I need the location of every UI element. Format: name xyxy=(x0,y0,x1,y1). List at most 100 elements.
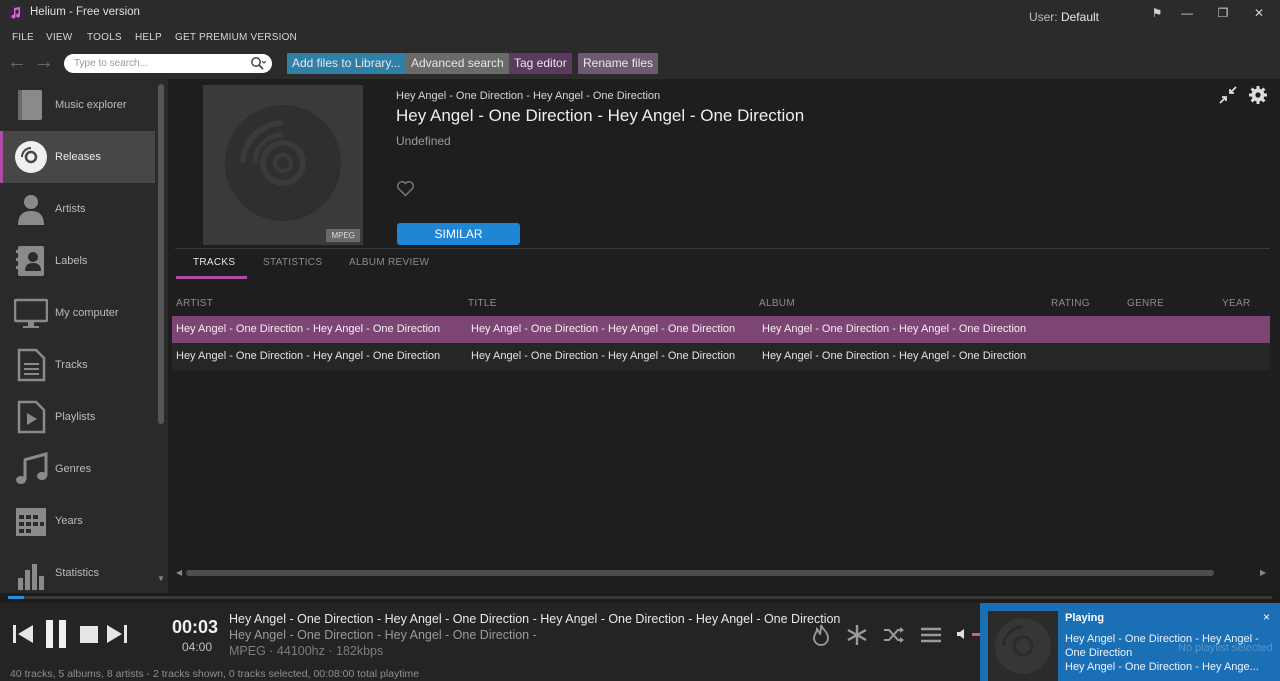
advanced-search-button[interactable]: Advanced search xyxy=(406,53,509,74)
sidebar-item-label: Years xyxy=(55,515,83,527)
column-header-year[interactable]: YEAR xyxy=(1222,298,1250,309)
table-row[interactable]: Hey Angel - One Direction - Hey Angel - … xyxy=(172,316,1270,343)
similar-button[interactable]: SIMILAR xyxy=(397,223,520,245)
menu-view[interactable]: VIEW xyxy=(46,32,72,43)
release-subtitle: Hey Angel - One Direction - Hey Angel - … xyxy=(396,90,661,102)
minimize-button[interactable]: — xyxy=(1172,2,1202,24)
cell-artist: Hey Angel - One Direction - Hey Angel - … xyxy=(176,323,441,335)
menu-get-premium[interactable]: GET PREMIUM VERSION xyxy=(175,32,297,43)
playlist-icon xyxy=(17,400,46,434)
notification-cover xyxy=(988,611,1058,681)
volume-icon[interactable] xyxy=(956,628,968,640)
user-name: Default xyxy=(1060,10,1099,24)
sidebar-item-genres[interactable]: Genres xyxy=(0,443,155,495)
queue-menu-icon[interactable] xyxy=(920,624,942,646)
user-label[interactable]: User: Default xyxy=(1029,10,1099,24)
active-tab-indicator xyxy=(176,276,247,279)
total-time: 04:00 xyxy=(182,640,213,654)
sidebar-item-label: Artists xyxy=(55,203,86,215)
cell-album: Hey Angel - One Direction - Hey Angel - … xyxy=(762,350,1027,362)
sidebar-item-years[interactable]: Years xyxy=(0,495,155,547)
now-playing-artist: Hey Angel - One Direction - Hey Angel - … xyxy=(229,628,537,642)
sidebar-item-tracks[interactable]: Tracks xyxy=(0,339,155,391)
column-header-artist[interactable]: ARTIST xyxy=(176,298,213,309)
column-header-rating[interactable]: RATING xyxy=(1051,298,1090,309)
close-button[interactable]: ✕ xyxy=(1244,2,1274,24)
status-text: 40 tracks, 5 albums, 8 artists - 2 track… xyxy=(10,668,420,680)
previous-track-icon[interactable] xyxy=(12,624,34,644)
sidebar-item-releases[interactable]: Releases xyxy=(0,131,155,183)
sidebar-item-label: Tracks xyxy=(55,359,88,371)
back-arrow-icon[interactable]: ← xyxy=(7,52,27,72)
shuffle-icon[interactable] xyxy=(883,624,905,646)
divider xyxy=(175,248,1270,249)
rename-files-button[interactable]: Rename files xyxy=(578,53,659,74)
maximize-button[interactable]: ❐ xyxy=(1208,2,1238,24)
bar-chart-icon xyxy=(18,564,44,590)
sidebar-item-label: My computer xyxy=(55,307,119,319)
tag-editor-button[interactable]: Tag editor xyxy=(509,53,572,74)
book-icon xyxy=(18,90,42,120)
asterisk-icon[interactable] xyxy=(846,624,868,646)
search-input[interactable] xyxy=(74,56,244,71)
album-cover: MPEG xyxy=(203,85,363,245)
now-playing-format: MPEG · 44100hz · 182kbps xyxy=(229,644,384,658)
sidebar-item-my-computer[interactable]: My computer xyxy=(0,287,155,339)
scroll-left-arrow-icon[interactable]: ◀ xyxy=(176,568,182,577)
menu-file[interactable]: FILE xyxy=(12,32,34,43)
column-header-genre[interactable]: GENRE xyxy=(1127,298,1164,309)
column-header-title[interactable]: TITLE xyxy=(468,298,497,309)
next-track-icon[interactable] xyxy=(106,624,128,644)
tab-statistics[interactable]: STATISTICS xyxy=(263,257,322,268)
close-icon[interactable]: × xyxy=(1263,610,1270,624)
scroll-down-arrow-icon[interactable]: ▼ xyxy=(157,574,165,583)
seek-bar-fill xyxy=(8,596,24,599)
person-icon xyxy=(18,195,44,225)
sidebar-item-music-explorer[interactable]: Music explorer xyxy=(0,79,155,131)
flag-button[interactable]: ⚑ xyxy=(1142,2,1172,24)
stop-icon[interactable] xyxy=(79,625,99,644)
sidebar-item-labels[interactable]: Labels xyxy=(0,235,155,287)
scroll-right-arrow-icon[interactable]: ▶ xyxy=(1260,568,1266,577)
seek-bar[interactable] xyxy=(8,596,1272,599)
elapsed-time: 00:03 xyxy=(172,617,219,637)
horizontal-scrollbar[interactable] xyxy=(186,570,1214,576)
sidebar-item-label: Music explorer xyxy=(55,99,127,111)
sidebar: Music explorer Releases Artists Labels M… xyxy=(0,79,168,593)
sidebar-item-statistics[interactable]: Statistics xyxy=(0,547,155,593)
release-genre: Undefined xyxy=(396,134,451,148)
sidebar-scrollbar[interactable] xyxy=(158,84,164,424)
sidebar-item-artists[interactable]: Artists xyxy=(0,183,155,235)
menu-help[interactable]: HELP xyxy=(135,32,162,43)
tab-tracks[interactable]: TRACKS xyxy=(193,257,235,268)
search-icon[interactable] xyxy=(250,56,266,71)
notification-title: Playing xyxy=(1065,612,1105,624)
document-icon xyxy=(17,348,46,382)
cell-album: Hey Angel - One Direction - Hey Angel - … xyxy=(762,323,1027,335)
forward-arrow-icon[interactable]: → xyxy=(34,52,54,72)
sidebar-item-label: Statistics xyxy=(55,567,100,579)
disc-placeholder-icon xyxy=(225,105,341,221)
menu-tools[interactable]: TOOLS xyxy=(87,32,122,43)
collapse-icon[interactable] xyxy=(1219,86,1237,104)
contact-card-icon xyxy=(16,246,44,276)
release-title: Hey Angel - One Direction - Hey Angel - … xyxy=(396,106,805,125)
app-title: Helium - Free version xyxy=(30,6,140,18)
now-playing-title: Hey Angel - One Direction - Hey Angel - … xyxy=(229,612,841,626)
cell-title: Hey Angel - One Direction - Hey Angel - … xyxy=(471,350,736,362)
sidebar-item-playlists[interactable]: Playlists xyxy=(0,391,155,443)
playing-notification[interactable]: No playlist selected Playing × Hey Angel… xyxy=(980,603,1280,681)
add-files-button[interactable]: Add files to Library... xyxy=(287,53,406,74)
helium-logo-icon xyxy=(8,5,24,21)
sidebar-item-label: Genres xyxy=(55,463,92,475)
format-badge: MPEG xyxy=(326,229,360,242)
table-row[interactable]: Hey Angel - One Direction - Hey Angel - … xyxy=(172,343,1270,370)
gear-icon[interactable] xyxy=(1248,85,1268,105)
flame-icon[interactable] xyxy=(810,624,832,646)
notification-line2: Hey Angel - One Direction - Hey Ange... xyxy=(1065,661,1259,673)
column-header-album[interactable]: ALBUM xyxy=(759,298,795,309)
heart-icon[interactable] xyxy=(396,180,415,197)
tab-album-review[interactable]: ALBUM REVIEW xyxy=(349,257,429,268)
pause-icon[interactable] xyxy=(44,619,68,649)
search-box xyxy=(64,54,272,73)
